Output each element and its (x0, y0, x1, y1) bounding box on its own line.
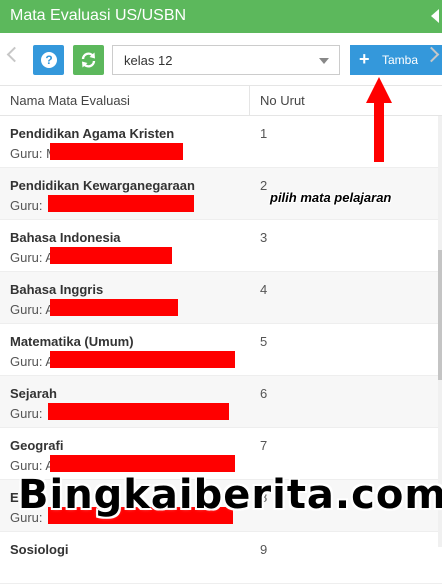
question-icon: ? (41, 52, 57, 68)
table-row[interactable]: Sosiologi 9 (0, 532, 442, 584)
chevron-left-icon[interactable] (6, 46, 23, 63)
help-button[interactable]: ? (33, 45, 64, 75)
redaction-mark (50, 143, 183, 160)
redaction-mark (50, 247, 172, 264)
row-number: 9 (260, 542, 268, 557)
row-number: 4 (260, 282, 268, 297)
subject-name: Geografi (10, 438, 64, 453)
redaction-mark (50, 299, 178, 316)
caret-left-icon[interactable] (431, 9, 439, 23)
class-select[interactable]: kelas 12 (112, 45, 340, 75)
table-row[interactable]: Bahasa Inggris Guru: A 4 (0, 272, 442, 324)
redaction-mark (48, 195, 194, 212)
scrollbar-thumb[interactable] (438, 250, 442, 380)
teacher-name: Guru: (10, 406, 43, 421)
teacher-name: Guru: (10, 198, 43, 213)
redaction-mark (48, 403, 229, 420)
subject-name: Bahasa Indonesia (10, 230, 121, 245)
column-divider (249, 86, 250, 115)
row-number: 3 (260, 230, 268, 245)
row-number: 1 (260, 126, 268, 141)
table-row[interactable]: Sejarah Guru: 6 (0, 376, 442, 428)
panel-header: Mata Evaluasi US/USBN (0, 0, 442, 33)
subject-name: Sosiologi (10, 542, 69, 557)
subject-name: Pendidikan Agama Kristen (10, 126, 175, 141)
teacher-name: Guru: A (10, 354, 55, 369)
table-row[interactable]: Bahasa Indonesia Guru: A 3 (0, 220, 442, 272)
chevron-down-icon (319, 58, 329, 64)
refresh-button[interactable] (73, 45, 104, 75)
subject-name: Pendidikan Kewarganegaraan (10, 178, 195, 193)
row-number: 7 (260, 438, 268, 453)
table-row[interactable]: Matematika (Umum) Guru: A 5 (0, 324, 442, 376)
row-number: 5 (260, 334, 268, 349)
redaction-mark (50, 455, 235, 472)
arrow-shaft (374, 100, 384, 162)
refresh-icon (81, 52, 96, 68)
annotation-text: pilih mata pelajaran (270, 190, 392, 205)
teacher-name: Guru: A (10, 458, 55, 473)
class-select-value: kelas 12 (124, 53, 173, 68)
column-header-subject[interactable]: Nama Mata Evaluasi (10, 93, 130, 108)
subject-name: Matematika (Umum) (10, 334, 134, 349)
plus-icon: + (359, 49, 370, 69)
row-number: 6 (260, 386, 268, 401)
subject-name: Bahasa Inggris (10, 282, 104, 297)
teacher-name: Guru: A (10, 250, 55, 265)
redaction-mark (50, 351, 235, 368)
add-button-label: Tamba (382, 53, 419, 67)
subject-name: Sejarah (10, 386, 57, 401)
row-number: 2 (260, 178, 268, 193)
watermark: Bingkaiberita.com (18, 472, 442, 518)
panel-title: Mata Evaluasi US/USBN (10, 7, 187, 24)
teacher-name: Guru: A (10, 302, 55, 317)
column-header-number[interactable]: No Urut (260, 93, 305, 108)
